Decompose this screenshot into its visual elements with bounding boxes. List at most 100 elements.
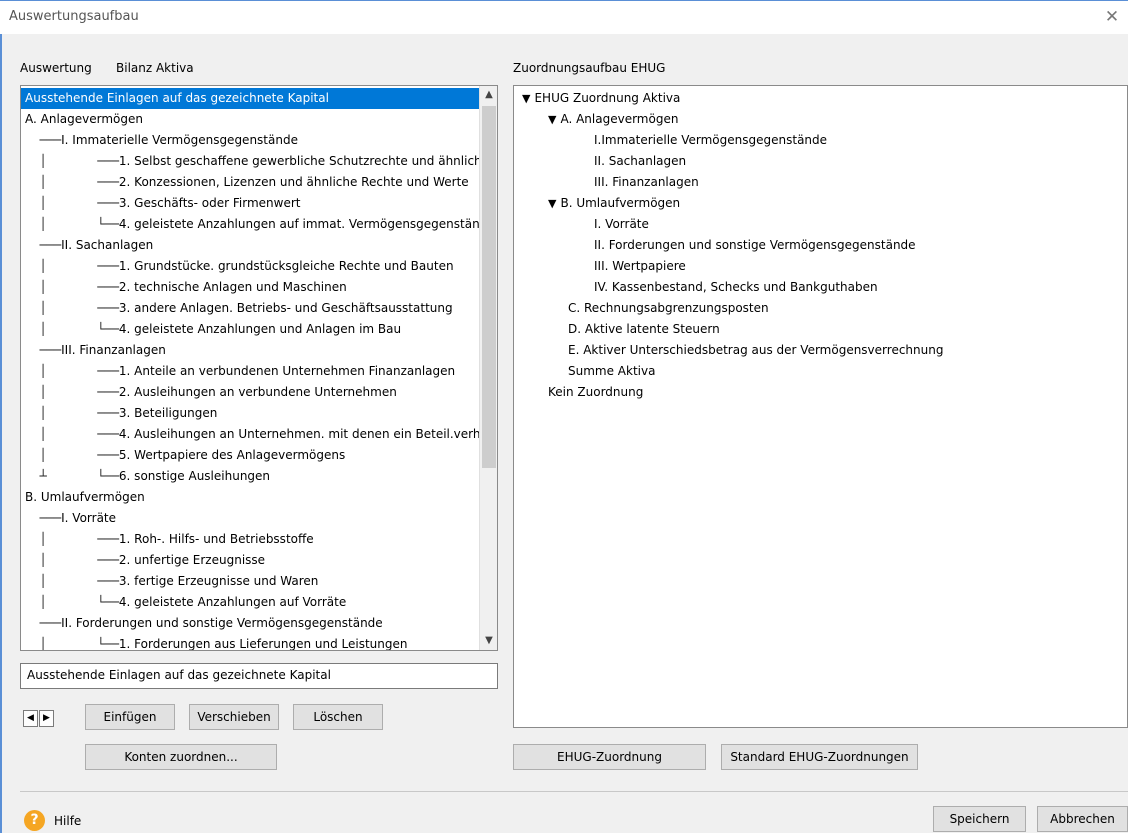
ehug-tree-row[interactable]: ▼ A. Anlagevermögen: [522, 109, 1122, 130]
tree-scrollbar[interactable]: ▲ ▼: [479, 86, 497, 650]
tree-row-label: 6. sonstige Ausleihungen: [118, 469, 271, 483]
ehug-tree-row-label: A. Anlagevermögen: [560, 112, 679, 126]
ehug-tree-row[interactable]: III. Finanzanlagen: [522, 172, 1122, 193]
tree-row[interactable]: ───II. Forderungen und sonstige Vermögen…: [21, 613, 479, 634]
einfuegen-button[interactable]: Einfügen: [85, 704, 175, 730]
ehug-tree-row[interactable]: Summe Aktiva: [522, 361, 1122, 382]
ehug-tree-row[interactable]: Kein Zuordnung: [522, 382, 1122, 403]
help-link[interactable]: Hilfe: [54, 814, 81, 828]
tree-row[interactable]: ───I. Immaterielle Vermögensgegenstände: [21, 130, 479, 151]
tree-connector: ───: [25, 343, 62, 357]
tree-row[interactable]: │ ───2. Ausleihungen an verbundene Unter…: [21, 382, 479, 403]
help-icon[interactable]: ?: [24, 810, 45, 831]
ehug-tree-row-label: E. Aktiver Unterschiedsbetrag aus der Ve…: [568, 343, 944, 357]
loeschen-button[interactable]: Löschen: [293, 704, 383, 730]
tree-row[interactable]: │ ───1. Anteile an verbundenen Unternehm…: [21, 361, 479, 382]
tree-row-label: 1. Forderungen aus Lieferungen und Leist…: [118, 637, 408, 651]
tree-row[interactable]: │ └──4. geleistete Anzahlungen auf immat…: [21, 214, 494, 235]
expand-arrow-icon[interactable]: ▼: [522, 92, 530, 105]
tree-row-label: I. Vorräte: [61, 511, 117, 525]
tree-connector: ───: [25, 511, 62, 525]
tree-row[interactable]: │ ───3. Geschäfts- oder Firmenwert: [21, 193, 479, 214]
tree-row[interactable]: │ ───2. Konzessionen, Lizenzen und ähnli…: [21, 172, 479, 193]
tree-row-label: III. Finanzanlagen: [61, 343, 166, 357]
tree-row-label: 4. geleistete Anzahlungen und Anlagen im…: [118, 322, 402, 336]
tree-row[interactable]: │ ───3. fertige Erzeugnisse und Waren: [21, 571, 479, 592]
tree-connector: │ └──: [25, 322, 119, 336]
tree-row[interactable]: │ ───3. Beteiligungen: [21, 403, 479, 424]
tree-connector: │ ───: [25, 448, 119, 462]
verschieben-button[interactable]: Verschieben: [189, 704, 279, 730]
move-left-button[interactable]: ◀: [23, 710, 38, 727]
move-right-button[interactable]: ▶: [39, 710, 54, 727]
ehug-tree-row[interactable]: II. Forderungen und sonstige Vermögensge…: [522, 235, 1122, 256]
ehug-tree-row-label: IV. Kassenbestand, Schecks und Bankgutha…: [594, 280, 878, 294]
standard-ehug-button[interactable]: Standard EHUG-Zuordnungen: [721, 744, 918, 770]
tree-connector: │ ───: [25, 259, 119, 273]
auswertung-value: Bilanz Aktiva: [116, 61, 194, 75]
tree-row-label: 4. geleistete Anzahlungen auf Vorräte: [118, 595, 347, 609]
tree-row[interactable]: B. Umlaufvermögen: [21, 487, 479, 508]
expand-arrow-icon[interactable]: ▼: [548, 197, 556, 210]
footer-divider: [20, 791, 1128, 792]
tree-row[interactable]: │ ───5. Wertpapiere des Anlagevermögens: [21, 445, 479, 466]
ehug-tree-row-label: I.Immaterielle Vermögensgegenstände: [594, 133, 828, 147]
ehug-tree-rows: ▼ EHUG Zuordnung Aktiva ▼ A. Anlagevermögen…: [522, 88, 1122, 403]
window-border: [0, 34, 2, 833]
ehug-tree-row-label: I. Vorräte: [594, 217, 649, 231]
ehug-label: Zuordnungsaufbau EHUG: [513, 61, 666, 75]
tree-row[interactable]: Ausstehende Einlagen auf das gezeichnete…: [21, 88, 479, 109]
auswertung-tree[interactable]: Ausstehende Einlagen auf das gezeichnete…: [20, 85, 498, 651]
tree-connector: │ └──: [25, 595, 119, 609]
ehug-tree-row[interactable]: ▼ B. Umlaufvermögen: [522, 193, 1122, 214]
ehug-tree-row[interactable]: I. Vorräte: [522, 214, 1122, 235]
close-icon[interactable]: ✕: [1102, 7, 1122, 27]
tree-row[interactable]: │ └──4. geleistete Anzahlungen auf Vorrä…: [21, 592, 479, 613]
ehug-tree-row[interactable]: III. Wertpapiere: [522, 256, 1122, 277]
tree-row[interactable]: ───I. Vorräte: [21, 508, 479, 529]
tree-connector: │ ───: [25, 154, 119, 168]
tree-row[interactable]: ───III. Finanzanlagen: [21, 340, 479, 361]
tree-row[interactable]: A. Anlagevermögen: [21, 109, 479, 130]
ehug-tree-row[interactable]: E. Aktiver Unterschiedsbetrag aus der Ve…: [522, 340, 1122, 361]
tree-row-label: B. Umlaufvermögen: [25, 490, 145, 504]
scroll-up-icon[interactable]: ▲: [480, 86, 497, 104]
ehug-tree-row[interactable]: II. Sachanlagen: [522, 151, 1122, 172]
tree-row[interactable]: ───II. Sachanlagen: [21, 235, 479, 256]
tree-row[interactable]: │ └──4. geleistete Anzahlungen und Anlag…: [21, 319, 479, 340]
ehug-zuordnung-button[interactable]: EHUG-Zuordnung: [513, 744, 706, 770]
tree-row[interactable]: │ ───1. Grundstücke. grundstücksgleiche …: [21, 256, 479, 277]
scroll-down-icon[interactable]: ▼: [480, 632, 497, 650]
ehug-tree[interactable]: ▼ EHUG Zuordnung Aktiva ▼ A. Anlagevermögen…: [513, 85, 1128, 728]
tree-connector: │ ───: [25, 553, 119, 567]
tree-row-label: 3. fertige Erzeugnisse und Waren: [118, 574, 319, 588]
auswertung-label: Auswertung: [20, 61, 92, 75]
ehug-tree-row[interactable]: IV. Kassenbestand, Schecks und Bankgutha…: [522, 277, 1122, 298]
ehug-tree-row[interactable]: C. Rechnungsabgrenzungsposten: [522, 298, 1122, 319]
tree-connector: │ ───: [25, 301, 119, 315]
cancel-button[interactable]: Abbrechen: [1037, 806, 1128, 832]
tree-row[interactable]: ┴ └──6. sonstige Ausleihungen: [21, 466, 479, 487]
ehug-tree-row-label: B. Umlaufvermögen: [560, 196, 681, 210]
tree-row-label: 5. Wertpapiere des Anlagevermögens: [118, 448, 346, 462]
tree-row-label: 4. Ausleihungen an Unternehmen. mit dene…: [118, 427, 485, 441]
ehug-tree-row[interactable]: D. Aktive latente Steuern: [522, 319, 1122, 340]
ehug-tree-row[interactable]: ▼ EHUG Zuordnung Aktiva: [522, 88, 1122, 109]
ehug-tree-row[interactable]: I.Immaterielle Vermögensgegenstände: [522, 130, 1122, 151]
tree-row[interactable]: │ ───3. andere Anlagen. Betriebs- und Ge…: [21, 298, 479, 319]
tree-row-label: 3. Geschäfts- oder Firmenwert: [118, 196, 301, 210]
tree-row[interactable]: │ ───2. unfertige Erzeugnisse: [21, 550, 479, 571]
konten-zuordnen-button[interactable]: Konten zuordnen...: [85, 744, 277, 770]
tree-row[interactable]: │ └──1. Forderungen aus Lieferungen und …: [21, 634, 479, 651]
tree-row-label: Ausstehende Einlagen auf das gezeichnete…: [25, 91, 329, 105]
scrollbar-thumb[interactable]: [482, 106, 496, 468]
save-button[interactable]: Speichern: [933, 806, 1026, 832]
tree-row[interactable]: │ ───4. Ausleihungen an Unternehmen. mit…: [21, 424, 484, 445]
position-name-field[interactable]: Ausstehende Einlagen auf das gezeichnete…: [20, 663, 498, 689]
tree-row[interactable]: │ ───1. Roh-. Hilfs- und Betriebsstoffe: [21, 529, 479, 550]
tree-row[interactable]: │ ───2. technische Anlagen und Maschinen: [21, 277, 479, 298]
tree-connector: │ ───: [25, 427, 119, 441]
tree-row[interactable]: │ ───1. Selbst geschaffene gewerbliche S…: [21, 151, 481, 172]
expand-arrow-icon[interactable]: ▼: [548, 113, 556, 126]
tree-row-label: 2. Konzessionen, Lizenzen und ähnliche R…: [118, 175, 469, 189]
